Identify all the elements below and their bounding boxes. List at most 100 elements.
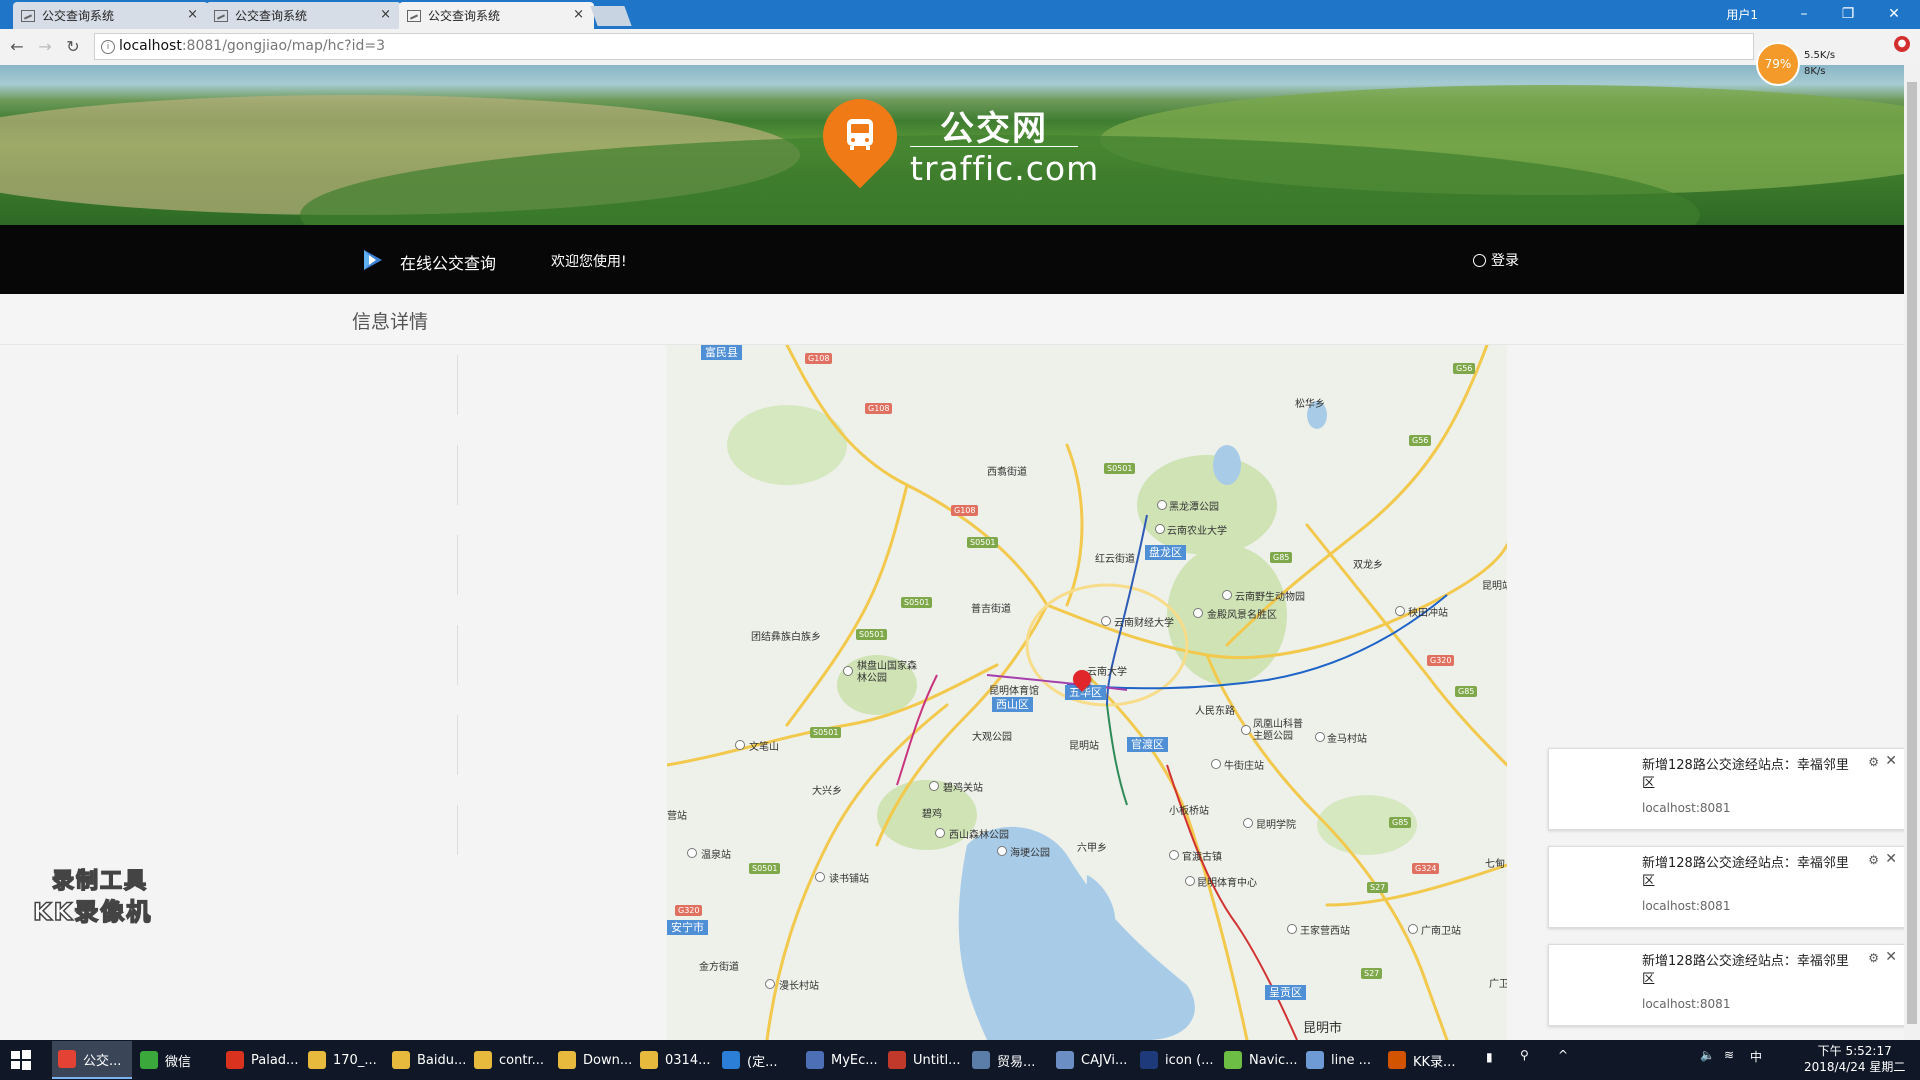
taskbar-item[interactable]: KK录... <box>1382 1041 1462 1079</box>
taskbar-item[interactable]: Down... <box>552 1041 632 1079</box>
reload-icon[interactable]: ↻ <box>62 36 84 58</box>
taskbar-item[interactable]: Baidu... <box>386 1041 466 1079</box>
tab-close-icon[interactable]: × <box>573 7 584 22</box>
taskbar-item-label: Down... <box>583 1052 633 1068</box>
browser-tab-active[interactable]: 公交查询系统 × <box>399 2 594 29</box>
app-icon <box>806 1051 824 1069</box>
map-place-label: 碧鸡 <box>922 809 942 820</box>
tab-close-icon[interactable]: × <box>380 7 391 22</box>
map-place-label: 凤凰山科普主题公园 <box>1253 719 1303 742</box>
map-place-label: 广南卫站 <box>1421 926 1461 937</box>
taskbar-item-label: 贸易... <box>997 1054 1036 1070</box>
user-icon <box>1473 253 1486 267</box>
notification[interactable]: 新增128路公交途经站点：幸福邻里区 localhost:8081 ⚙ ✕ <box>1548 748 1906 830</box>
app-icon <box>558 1051 576 1069</box>
ime-indicator[interactable]: 中 <box>1750 1048 1762 1065</box>
clock-date: 2018/4/24 星期二 <box>1804 1060 1906 1074</box>
taskbar-item[interactable]: Palad... <box>220 1041 300 1079</box>
map-place-label: 黑龙潭公园 <box>1169 502 1219 513</box>
notification-title: 新增128路公交途经站点：幸福邻里区 <box>1642 856 1849 889</box>
taskbar-item[interactable]: CAJVi... <box>1050 1041 1130 1079</box>
road-sign: G320 <box>1427 655 1455 666</box>
road-sign: S0501 <box>901 597 933 608</box>
map-place-label: 西翥街道 <box>987 467 1027 478</box>
taskbar-item[interactable]: contr... <box>468 1041 548 1079</box>
taskbar-item-label: (定... <box>747 1054 778 1070</box>
url-input[interactable]: i localhost:8081/gongjiao/map/hc?id=3 <box>94 33 1754 60</box>
gear-icon[interactable]: ⚙ <box>1868 755 1879 769</box>
taskbar-item[interactable]: 170_... <box>302 1041 382 1079</box>
info-icon[interactable]: i <box>101 40 115 54</box>
volume-icon[interactable]: 🔈 <box>1700 1048 1715 1062</box>
window-user-label: 用户1 <box>1726 8 1758 22</box>
map-place-label: 昆明体育中心 <box>1197 878 1257 889</box>
scrollbar-thumb[interactable] <box>1907 82 1917 1024</box>
tab-close-icon[interactable]: × <box>187 7 198 22</box>
taskbar-item-label: 170_... <box>333 1052 377 1068</box>
taskbar-item[interactable]: Navic... <box>1218 1041 1298 1079</box>
gear-icon[interactable]: ⚙ <box>1868 951 1879 965</box>
app-icon <box>308 1051 326 1069</box>
divider <box>457 355 458 855</box>
map-place-label: 金方街道 <box>699 962 739 973</box>
restore-button[interactable]: ❐ <box>1826 2 1870 26</box>
map-place-label: 七甸 <box>1485 859 1505 870</box>
taskbar-item[interactable]: line ... <box>1300 1041 1380 1079</box>
watermark-line2: KK录像机 <box>32 897 153 927</box>
taskbar-item-label: 公交... <box>83 1053 122 1069</box>
browser-tab[interactable]: 公交查询系统 × <box>206 2 401 29</box>
notification[interactable]: 新增128路公交途经站点：幸福邻里区 localhost:8081 ⚙ ✕ <box>1548 846 1906 928</box>
forward-arrow-icon[interactable]: → <box>34 36 56 58</box>
map-place-label: 王家营西站 <box>1300 926 1350 937</box>
extension-icon[interactable]: ● <box>1894 36 1910 52</box>
app-icon <box>58 1050 76 1068</box>
brand-play-icon[interactable] <box>362 249 384 271</box>
app-icon <box>1056 1051 1074 1069</box>
minimize-button[interactable]: – <box>1782 2 1826 26</box>
app-icon <box>474 1051 492 1069</box>
wifi-icon[interactable]: ≋ <box>1724 1048 1734 1062</box>
browser-tab[interactable]: 公交查询系统 × <box>13 2 208 29</box>
map-district-label: 呈贡区 <box>1265 985 1306 1000</box>
login-link[interactable]: 登录 <box>1473 250 1519 270</box>
taskbar-clock[interactable]: 下午 5:52:17 2018/4/24 星期二 <box>1804 1043 1905 1075</box>
road-sign: G324 <box>1412 863 1440 874</box>
road-sign: S27 <box>1361 968 1383 979</box>
taskbar-item[interactable]: MyEc... <box>800 1041 880 1079</box>
taskbar-item[interactable]: Untitl... <box>882 1041 962 1079</box>
notification[interactable]: 新增128路公交途经站点：幸福邻里区 localhost:8081 ⚙ ✕ <box>1548 944 1906 1026</box>
map-place-label: 六甲乡 <box>1077 843 1107 854</box>
notification-source: localhost:8081 <box>1642 801 1731 815</box>
taskbar-item[interactable]: 0314... <box>634 1041 714 1079</box>
road-sign: G320 <box>675 905 703 916</box>
battery-icon[interactable]: ▮ <box>1486 1050 1493 1064</box>
network-speed-widget[interactable]: 79% 5.5K/s 8K/s <box>1756 42 1874 86</box>
app-icon <box>1306 1051 1324 1069</box>
new-tab-button[interactable] <box>590 6 632 26</box>
taskbar-item[interactable]: 贸易... <box>966 1041 1046 1079</box>
taskbar-item[interactable]: 公交... <box>52 1041 132 1079</box>
road-sign: G56 <box>1453 363 1476 374</box>
road-sign: S0501 <box>1104 463 1136 474</box>
taskbar-item[interactable]: 微信 <box>134 1041 214 1079</box>
gear-icon[interactable]: ⚙ <box>1868 853 1879 867</box>
taskbar-item-label: MyEc... <box>831 1052 878 1068</box>
map-place-label: 小板桥站 <box>1169 806 1209 817</box>
map-district-label: 盘龙区 <box>1145 545 1186 560</box>
watermark-line1: 录制工具 <box>51 868 149 895</box>
close-icon[interactable]: ✕ <box>1885 851 1897 867</box>
close-icon[interactable]: ✕ <box>1885 949 1897 965</box>
windows-start-icon[interactable] <box>10 1049 32 1071</box>
taskbar-item-label: contr... <box>499 1052 544 1068</box>
chevron-up-icon[interactable]: ^ <box>1558 1048 1568 1062</box>
url-host: localhost <box>119 38 182 54</box>
close-icon[interactable]: ✕ <box>1885 753 1897 769</box>
logo-divider <box>910 146 1078 147</box>
close-window-button[interactable]: ✕ <box>1872 2 1916 26</box>
taskbar-item[interactable]: (定... <box>716 1041 796 1079</box>
taskbar-item[interactable]: icon (... <box>1134 1041 1214 1079</box>
people-icon[interactable]: ⚲ <box>1520 1048 1529 1062</box>
brand-link[interactable]: 在线公交查询 <box>400 250 496 274</box>
back-arrow-icon[interactable]: ← <box>6 36 28 58</box>
map-view[interactable]: 富民县 盘龙区 五华区 西山区 官渡区 安宁市 呈贡区 松华乡 西翥街道 黑龙潭… <box>667 345 1507 1040</box>
